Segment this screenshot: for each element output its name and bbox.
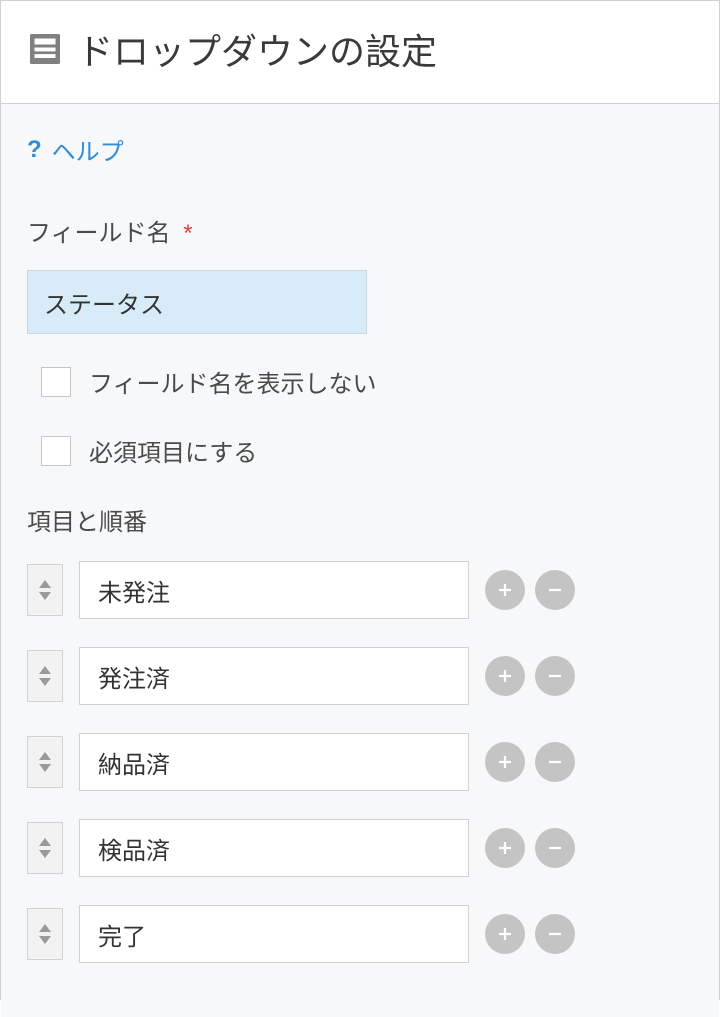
sort-handle-icon[interactable] — [27, 908, 63, 960]
sort-handle-icon[interactable] — [27, 822, 63, 874]
add-item-button[interactable] — [485, 656, 525, 696]
item-input[interactable] — [79, 819, 469, 877]
remove-item-button[interactable] — [535, 742, 575, 782]
remove-item-button[interactable] — [535, 914, 575, 954]
sort-handle-icon[interactable] — [27, 650, 63, 702]
help-icon: ? — [27, 136, 42, 164]
remove-item-button[interactable] — [535, 828, 575, 868]
sort-handle-icon[interactable] — [27, 736, 63, 788]
required-label: 必須項目にする — [89, 433, 257, 468]
remove-item-button[interactable] — [535, 570, 575, 610]
dropdown-icon — [27, 31, 63, 67]
item-input[interactable] — [79, 733, 469, 791]
sort-handle-icon[interactable] — [27, 564, 63, 616]
field-name-input[interactable] — [27, 270, 367, 334]
required-mark: * — [183, 220, 192, 247]
items-label: 項目と順番 — [27, 502, 693, 537]
required-row: 必須項目にする — [27, 433, 693, 468]
item-row — [27, 561, 693, 619]
field-name-label: フィールド名 * — [27, 213, 693, 248]
add-item-button[interactable] — [485, 828, 525, 868]
item-input[interactable] — [79, 647, 469, 705]
item-input[interactable] — [79, 561, 469, 619]
hide-name-checkbox[interactable] — [41, 367, 71, 397]
item-row — [27, 733, 693, 791]
remove-item-button[interactable] — [535, 656, 575, 696]
help-link[interactable]: ? ヘルプ — [27, 104, 693, 213]
required-checkbox[interactable] — [41, 436, 71, 466]
add-item-button[interactable] — [485, 914, 525, 954]
dialog-body: ? ヘルプ フィールド名 * フィールド名を表示しない 必須項目にする 項目と順… — [1, 103, 719, 1017]
add-item-button[interactable] — [485, 742, 525, 782]
dialog-title: ドロップダウンの設定 — [77, 23, 437, 75]
dialog-header: ドロップダウンの設定 — [1, 1, 719, 103]
item-row — [27, 905, 693, 963]
hide-name-label: フィールド名を表示しない — [89, 364, 377, 399]
item-row — [27, 819, 693, 877]
items-container — [27, 561, 693, 963]
add-item-button[interactable] — [485, 570, 525, 610]
help-label: ヘルプ — [52, 132, 124, 167]
item-input[interactable] — [79, 905, 469, 963]
item-row — [27, 647, 693, 705]
hide-name-row: フィールド名を表示しない — [27, 364, 693, 399]
